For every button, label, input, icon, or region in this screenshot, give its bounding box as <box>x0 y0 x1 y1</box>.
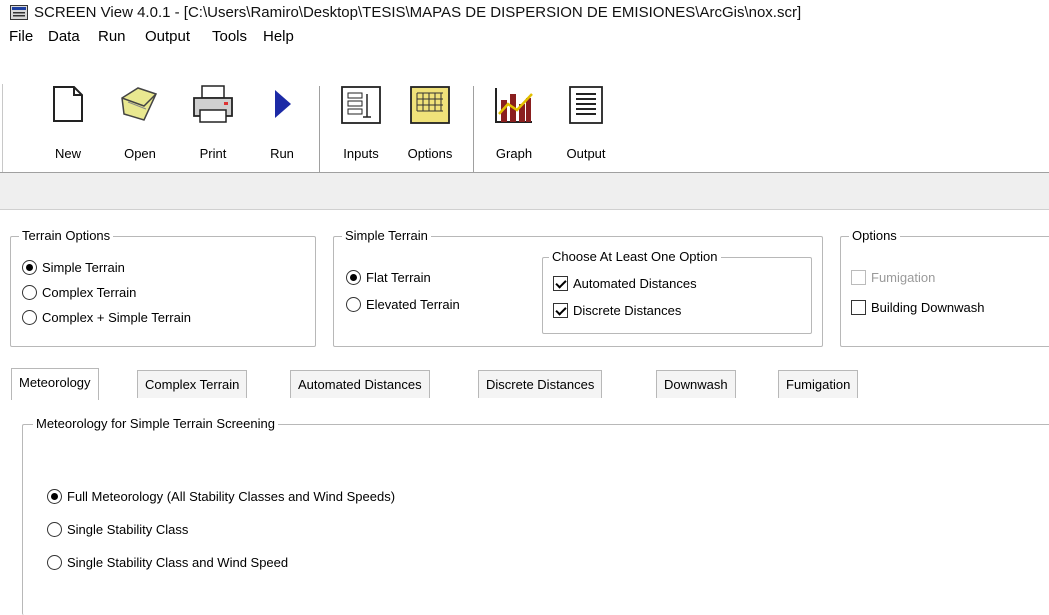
radio-flat-terrain[interactable]: Flat Terrain <box>346 270 431 285</box>
tab-fumigation[interactable]: Fumigation <box>778 370 859 398</box>
menu-output[interactable]: Output <box>145 28 190 45</box>
radio-label: Complex Terrain <box>42 285 137 300</box>
radio-label: Single Stability Class and Wind Speed <box>67 555 289 570</box>
open-folder-icon <box>121 87 158 121</box>
options-group: Options Fumigation Building Downwash <box>840 228 1049 347</box>
radio-indicator[interactable] <box>22 260 37 275</box>
checkbox-indicator[interactable] <box>851 300 866 315</box>
new-document-icon <box>53 86 83 122</box>
checkbox-building-downwash[interactable]: Building Downwash <box>851 300 984 315</box>
radio-indicator[interactable] <box>47 489 62 504</box>
terrain-options-title: Terrain Options <box>19 228 114 243</box>
output-document-icon <box>569 86 603 124</box>
print-button-label: Print <box>199 146 227 161</box>
tab-bar: Meteorology Complex Terrain Automated Di… <box>0 368 1049 401</box>
options-grid-icon <box>410 86 450 124</box>
radio-complex-simple-terrain[interactable]: Complex + Simple Terrain <box>22 310 191 325</box>
options-title: Options <box>849 228 900 243</box>
choose-option-group: Choose At Least One Option Automated Dis… <box>542 249 812 334</box>
menu-data[interactable]: Data <box>48 28 80 45</box>
menu-help[interactable]: Help <box>263 28 294 45</box>
checkbox-indicator[interactable] <box>851 270 866 285</box>
checkbox-label: Fumigation <box>871 270 936 285</box>
menu-file[interactable]: File <box>9 28 33 45</box>
checkbox-label: Discrete Distances <box>573 303 682 318</box>
checkbox-automated-distances[interactable]: Automated Distances <box>553 276 697 291</box>
inputs-button[interactable]: Inputs <box>326 82 396 172</box>
menu-bar: File Data Run Output Tools Help <box>0 26 1049 50</box>
new-button[interactable]: New <box>33 82 103 172</box>
output-button[interactable]: Output <box>551 82 621 172</box>
meteorology-panel: Meteorology for Simple Terrain Screening… <box>0 400 1049 615</box>
toolbar-separator <box>473 86 475 172</box>
inputs-form-icon <box>341 86 381 124</box>
open-button[interactable]: Open <box>105 82 175 172</box>
run-button-label: Run <box>270 146 294 161</box>
radio-indicator[interactable] <box>346 297 361 312</box>
radio-simple-terrain[interactable]: Simple Terrain <box>22 260 125 275</box>
terrain-options-group: Terrain Options Simple Terrain Complex T… <box>10 228 316 347</box>
checkbox-label: Building Downwash <box>871 300 985 315</box>
choose-option-title: Choose At Least One Option <box>549 249 721 264</box>
radio-label: Complex + Simple Terrain <box>42 310 191 325</box>
output-button-label: Output <box>566 146 606 161</box>
checkbox-label: Automated Distances <box>573 276 697 291</box>
radio-label: Elevated Terrain <box>366 297 460 312</box>
open-button-label: Open <box>124 146 156 161</box>
radio-label: Full Meteorology (All Stability Classes … <box>67 489 396 504</box>
radio-complex-terrain[interactable]: Complex Terrain <box>22 285 136 300</box>
tab-discrete-distances[interactable]: Discrete Distances <box>478 370 603 398</box>
simple-terrain-title: Simple Terrain <box>342 228 431 243</box>
radio-indicator[interactable] <box>22 285 37 300</box>
options-button-label: Options <box>407 146 453 161</box>
simple-terrain-group: Simple Terrain Flat Terrain Elevated Ter… <box>333 228 823 347</box>
tab-downwash[interactable]: Downwash <box>656 370 736 398</box>
radio-label: Simple Terrain <box>42 260 125 275</box>
run-play-icon <box>275 90 291 118</box>
radio-indicator[interactable] <box>47 522 62 537</box>
tab-meteorology[interactable]: Meteorology <box>11 368 99 401</box>
title-bar: SCREEN View 4.0.1 - [C:\Users\Ramiro\Des… <box>0 0 1049 26</box>
graph-button[interactable]: Graph <box>479 82 549 172</box>
checkbox-indicator[interactable] <box>553 303 568 318</box>
bar-graph-icon <box>495 88 533 123</box>
run-button[interactable]: Run <box>247 82 317 172</box>
menu-tools[interactable]: Tools <box>212 28 247 45</box>
toolbar-separator <box>319 86 321 172</box>
meteorology-group: Meteorology for Simple Terrain Screening… <box>22 416 1049 615</box>
tab-automated-distances[interactable]: Automated Distances <box>290 370 430 398</box>
app-window-icon <box>10 5 28 20</box>
new-button-label: New <box>54 146 81 161</box>
menu-run[interactable]: Run <box>98 28 126 45</box>
radio-single-stability-wind[interactable]: Single Stability Class and Wind Speed <box>47 555 288 570</box>
info-strip <box>0 172 1049 210</box>
checkbox-discrete-distances[interactable]: Discrete Distances <box>553 303 681 318</box>
options-button[interactable]: Options <box>395 82 465 172</box>
inputs-button-label: Inputs <box>343 146 379 161</box>
radio-indicator[interactable] <box>346 270 361 285</box>
tab-complex-terrain[interactable]: Complex Terrain <box>137 370 248 398</box>
radio-full-meteorology[interactable]: Full Meteorology (All Stability Classes … <box>47 489 395 504</box>
radio-indicator[interactable] <box>22 310 37 325</box>
radio-indicator[interactable] <box>47 555 62 570</box>
graph-button-label: Graph <box>495 146 533 161</box>
window-title: SCREEN View 4.0.1 - [C:\Users\Ramiro\Des… <box>34 4 802 21</box>
checkbox-indicator[interactable] <box>553 276 568 291</box>
print-button[interactable]: Print <box>178 82 248 172</box>
radio-label: Flat Terrain <box>366 270 431 285</box>
radio-elevated-terrain[interactable]: Elevated Terrain <box>346 297 460 312</box>
radio-label: Single Stability Class <box>67 522 189 537</box>
meteorology-title: Meteorology for Simple Terrain Screening <box>33 416 278 431</box>
checkbox-fumigation[interactable]: Fumigation <box>851 270 935 285</box>
toolbar-grip <box>2 84 3 172</box>
radio-single-stability-class[interactable]: Single Stability Class <box>47 522 188 537</box>
printer-icon <box>193 85 233 123</box>
